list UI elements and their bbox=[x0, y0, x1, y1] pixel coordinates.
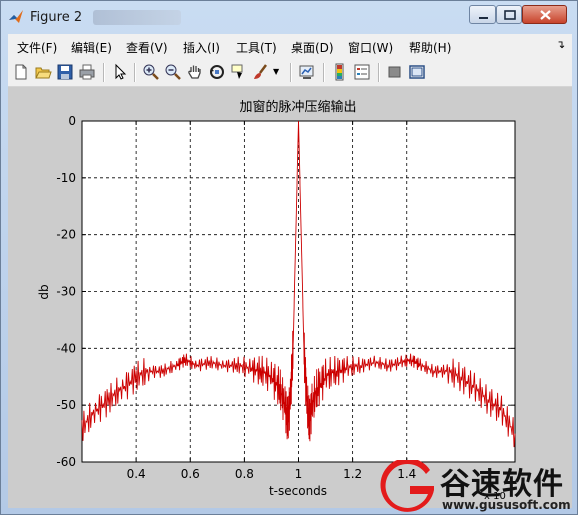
y-tick-label: -60 bbox=[56, 455, 76, 469]
figure-canvas: 0.4 0.6 0.8 1 1.2 1.4 0 -10 -20 -30 -40 -50 -60 加窗的脉… bbox=[8, 87, 572, 508]
minimize-button[interactable] bbox=[469, 5, 496, 24]
brush-icon[interactable] bbox=[252, 63, 270, 81]
toolbar-separator bbox=[103, 63, 105, 82]
menu-bar: 文件(F) 编辑(E) 查看(V) 插入(I) 工具(T) 桌面(D) 窗口(W… bbox=[8, 34, 572, 58]
x-tick-label: 0.4 bbox=[127, 467, 146, 481]
pan-hand-icon[interactable] bbox=[186, 63, 204, 81]
open-file-icon[interactable] bbox=[34, 63, 52, 81]
x-tick-label: 0.8 bbox=[235, 467, 254, 481]
menu-view[interactable]: 查看(V) bbox=[126, 39, 168, 56]
toolbar-separator bbox=[290, 63, 292, 82]
menu-file[interactable]: 文件(F) bbox=[17, 39, 57, 56]
matlab-logo-icon bbox=[9, 10, 23, 23]
legend-icon[interactable] bbox=[353, 63, 371, 81]
figure-window: Figure 2 文件(F) 编辑(E) 查看(V) 插入(I) 工具(T) 桌… bbox=[0, 0, 578, 515]
menu-insert[interactable]: 插入(I) bbox=[183, 39, 220, 56]
hide-plot-tools-icon[interactable] bbox=[386, 63, 404, 81]
plot-area[interactable]: 0.4 0.6 0.8 1 1.2 1.40-10-20-30-40-50-60 加窗的脉… bbox=[8, 87, 572, 508]
y-tick-label: -20 bbox=[56, 228, 76, 242]
colorbar-icon[interactable] bbox=[331, 63, 349, 81]
print-icon[interactable] bbox=[78, 63, 96, 81]
y-tick-label: -10 bbox=[56, 171, 76, 185]
menu-help[interactable]: 帮助(H) bbox=[409, 39, 451, 56]
data-cursor-icon[interactable] bbox=[230, 63, 248, 81]
show-plot-tools-icon[interactable] bbox=[408, 63, 426, 81]
title-bar[interactable]: Figure 2 bbox=[1, 1, 577, 31]
save-icon[interactable] bbox=[56, 63, 74, 81]
rotate-3d-icon[interactable] bbox=[208, 63, 226, 81]
x-tick-label: 1.2 bbox=[343, 467, 362, 481]
gusu-logo-icon bbox=[380, 460, 434, 512]
window-title: Figure 2 bbox=[30, 10, 83, 25]
menu-window[interactable]: 窗口(W) bbox=[348, 39, 393, 56]
zoom-out-icon[interactable] bbox=[164, 63, 182, 81]
link-plot-icon[interactable] bbox=[298, 63, 316, 81]
figure-toolbar: ▼ bbox=[8, 58, 572, 87]
menu-dock-arrow-icon[interactable]: ↴ bbox=[556, 38, 565, 51]
menu-desktop[interactable]: 桌面(D) bbox=[291, 39, 334, 56]
maximize-button[interactable] bbox=[496, 5, 522, 24]
watermark-url: www.gususoft.com bbox=[442, 498, 571, 512]
x-tick-label: 1 bbox=[295, 467, 303, 481]
chart-title: 加窗的脉冲压缩输出 bbox=[239, 99, 356, 115]
menu-edit[interactable]: 编辑(E) bbox=[71, 39, 112, 56]
close-button[interactable] bbox=[522, 5, 567, 24]
zoom-in-icon[interactable] bbox=[142, 63, 160, 81]
toolbar-separator bbox=[323, 63, 325, 82]
toolbar-separator bbox=[134, 63, 136, 82]
watermark: 谷速软件 www.gususoft.com bbox=[380, 458, 578, 515]
new-figure-icon[interactable] bbox=[12, 63, 30, 81]
y-tick-label: 0 bbox=[68, 114, 76, 128]
obscured-title-region bbox=[93, 10, 181, 25]
y-tick-label: -50 bbox=[56, 398, 76, 412]
y-tick-label: -30 bbox=[56, 285, 76, 299]
y-tick-label: -40 bbox=[56, 341, 76, 355]
x-axis-label: t-seconds bbox=[269, 484, 327, 498]
brush-dropdown-chevron-icon[interactable]: ▼ bbox=[273, 67, 279, 76]
x-tick-label: 0.6 bbox=[181, 467, 200, 481]
toolbar-separator bbox=[378, 63, 380, 82]
y-axis-label: db bbox=[37, 284, 51, 299]
watermark-brand: 谷速软件 bbox=[440, 467, 564, 502]
menu-tools[interactable]: 工具(T) bbox=[236, 39, 277, 56]
edit-plot-arrow-icon[interactable] bbox=[111, 63, 129, 81]
